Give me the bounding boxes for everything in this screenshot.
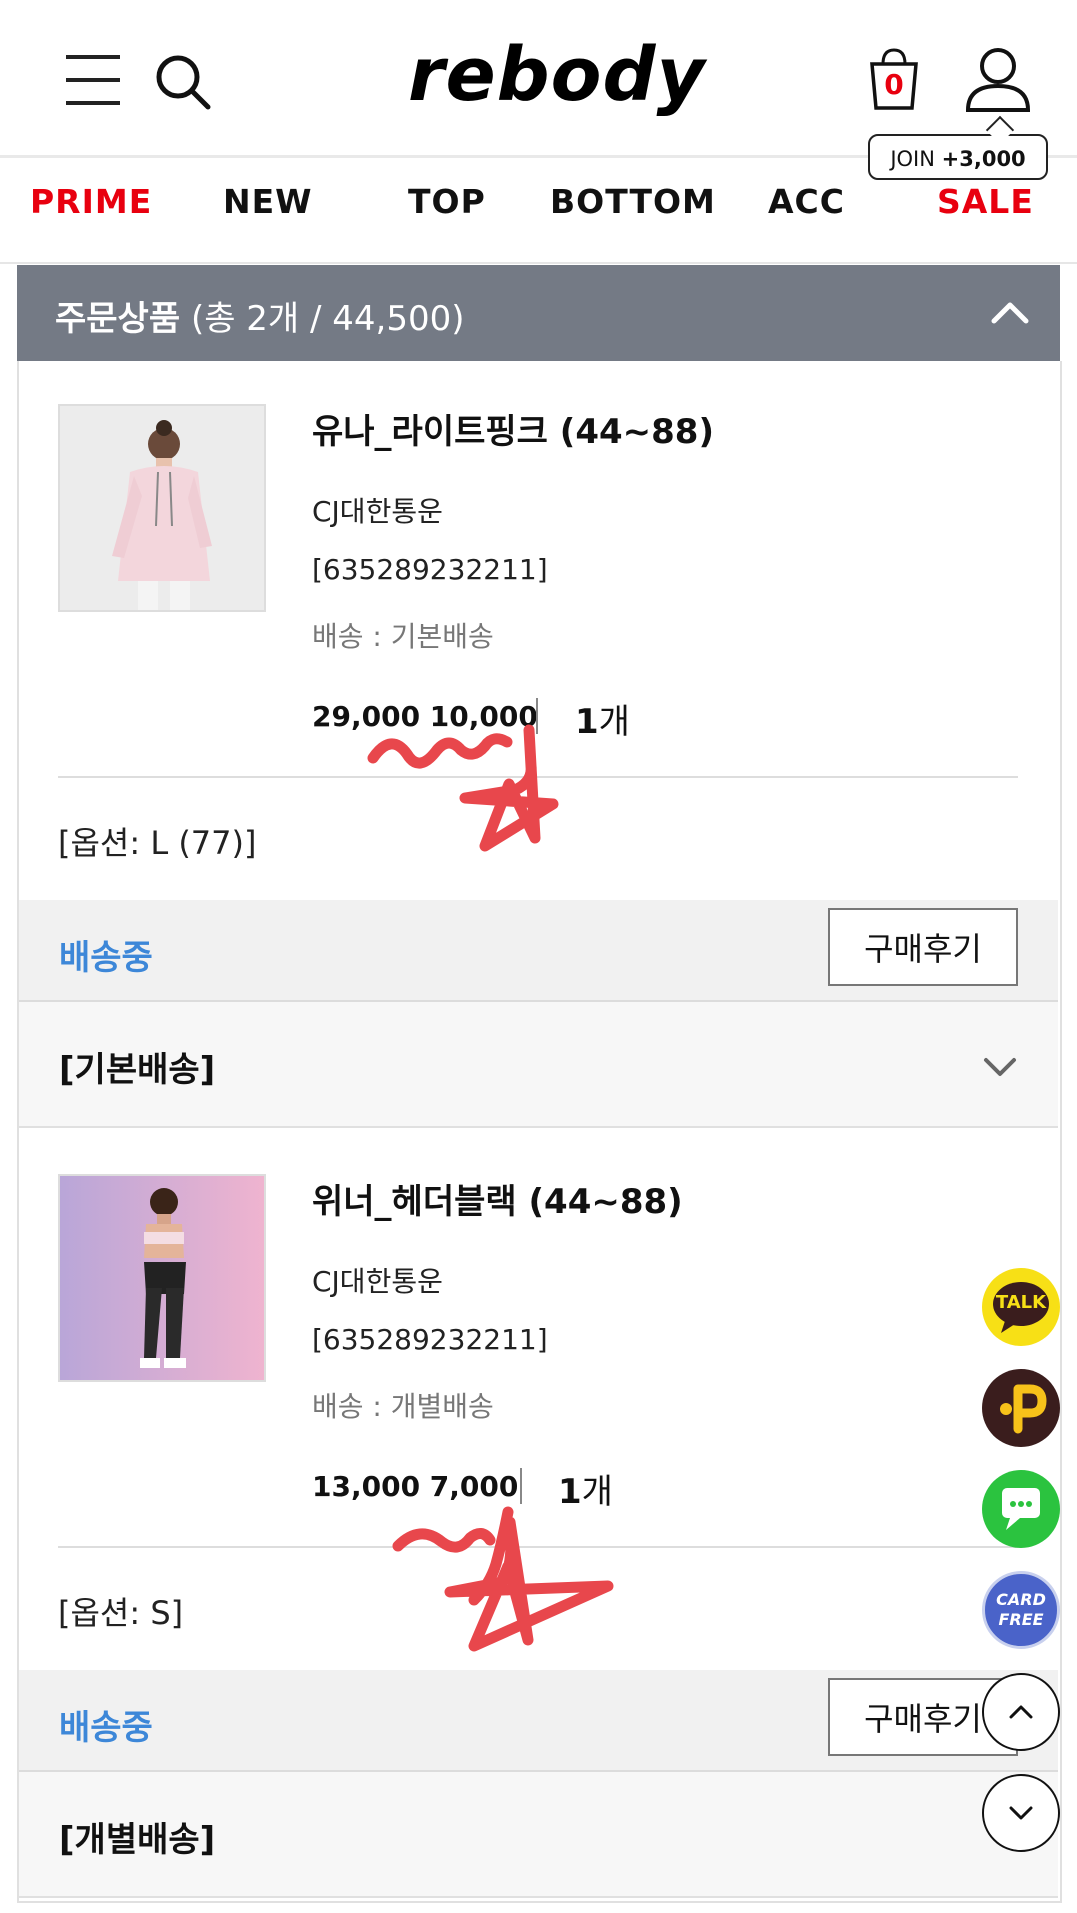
join-points-badge[interactable]: JOIN +3,000 xyxy=(868,134,1048,180)
join-points: +3,000 xyxy=(941,147,1026,171)
shipping-type: 배송 : 개별배송 xyxy=(312,1390,494,1423)
cart-icon[interactable]: 0 xyxy=(868,46,920,112)
product-image[interactable] xyxy=(58,404,266,612)
point-button[interactable] xyxy=(982,1369,1060,1447)
product-name[interactable]: 위너_헤더블랙 (44~88) xyxy=(312,1174,683,1223)
free-label: FREE xyxy=(998,1610,1044,1629)
chevron-down-icon[interactable] xyxy=(980,1046,1020,1086)
card-free-button[interactable]: CARD FREE xyxy=(982,1571,1060,1649)
shipping-group-row[interactable]: [개별배송] xyxy=(19,1772,1058,1898)
divider xyxy=(520,1468,522,1504)
chevron-up-icon[interactable] xyxy=(986,289,1034,337)
shipping-group-title: [기본배송] xyxy=(59,1050,216,1090)
order-summary: (총 2개 / 44,500) xyxy=(190,299,465,339)
order-title-label: 주문상품 xyxy=(55,299,181,339)
divider xyxy=(58,1546,1018,1548)
courier-name: CJ대한통운 xyxy=(312,1265,443,1298)
order-section-header[interactable]: 주문상품 (총 2개 / 44,500) xyxy=(17,265,1060,361)
product-price: 13,000 7,000 xyxy=(312,1470,519,1503)
join-label: JOIN xyxy=(890,147,935,171)
nav-item-top[interactable]: TOP xyxy=(408,182,486,221)
user-icon[interactable] xyxy=(962,46,1034,114)
delivery-status: 배송중 xyxy=(59,938,153,978)
divider xyxy=(58,776,1018,778)
delivery-status: 배송중 xyxy=(59,1708,153,1748)
search-icon[interactable] xyxy=(153,52,213,112)
product-image[interactable] xyxy=(58,1174,266,1382)
nav-item-prime[interactable]: PRIME xyxy=(30,182,152,221)
courier-name: CJ대한통운 xyxy=(312,495,443,528)
write-review-button[interactable]: 구매후기 xyxy=(828,908,1018,986)
order-status-row: 배송중 구매후기 xyxy=(19,900,1058,1002)
card-label: CARD xyxy=(996,1590,1046,1609)
product-quantity: 1개 xyxy=(575,702,630,742)
order-status-row: 배송중 구매후기 xyxy=(19,1670,1058,1772)
shipping-group-row[interactable]: [기본배송] xyxy=(19,1002,1058,1128)
kakao-talk-button[interactable]: TALK xyxy=(982,1268,1060,1346)
product-option: [옵션: L (77)] xyxy=(58,824,257,862)
nav-item-sale[interactable]: SALE xyxy=(937,182,1034,221)
shipping-group-title: [개별배송] xyxy=(59,1820,216,1860)
product-name[interactable]: 유나_라이트핑크 (44~88) xyxy=(312,404,714,453)
menu-icon[interactable] xyxy=(66,55,120,105)
shipping-type: 배송 : 기본배송 xyxy=(312,620,494,653)
product-quantity: 1개 xyxy=(558,1472,613,1512)
chat-icon[interactable] xyxy=(982,1470,1060,1548)
order-title: 주문상품 (총 2개 / 44,500) xyxy=(55,291,465,340)
cart-count: 0 xyxy=(884,68,904,101)
tracking-number[interactable]: [635289232211] xyxy=(312,553,548,586)
site-logo[interactable]: rebody xyxy=(408,30,705,120)
talk-label: TALK xyxy=(995,1292,1047,1313)
scroll-top-icon[interactable] xyxy=(982,1673,1060,1751)
scroll-bottom-icon[interactable] xyxy=(982,1774,1060,1852)
nav-item-new[interactable]: NEW xyxy=(223,182,313,221)
product-price: 29,000 10,000 xyxy=(312,700,538,733)
product-option: [옵션: S] xyxy=(58,1594,184,1632)
nav-item-acc[interactable]: ACC xyxy=(768,182,845,221)
divider xyxy=(536,698,538,734)
tracking-number[interactable]: [635289232211] xyxy=(312,1323,548,1356)
nav-item-bottom[interactable]: BOTTOM xyxy=(550,182,716,221)
